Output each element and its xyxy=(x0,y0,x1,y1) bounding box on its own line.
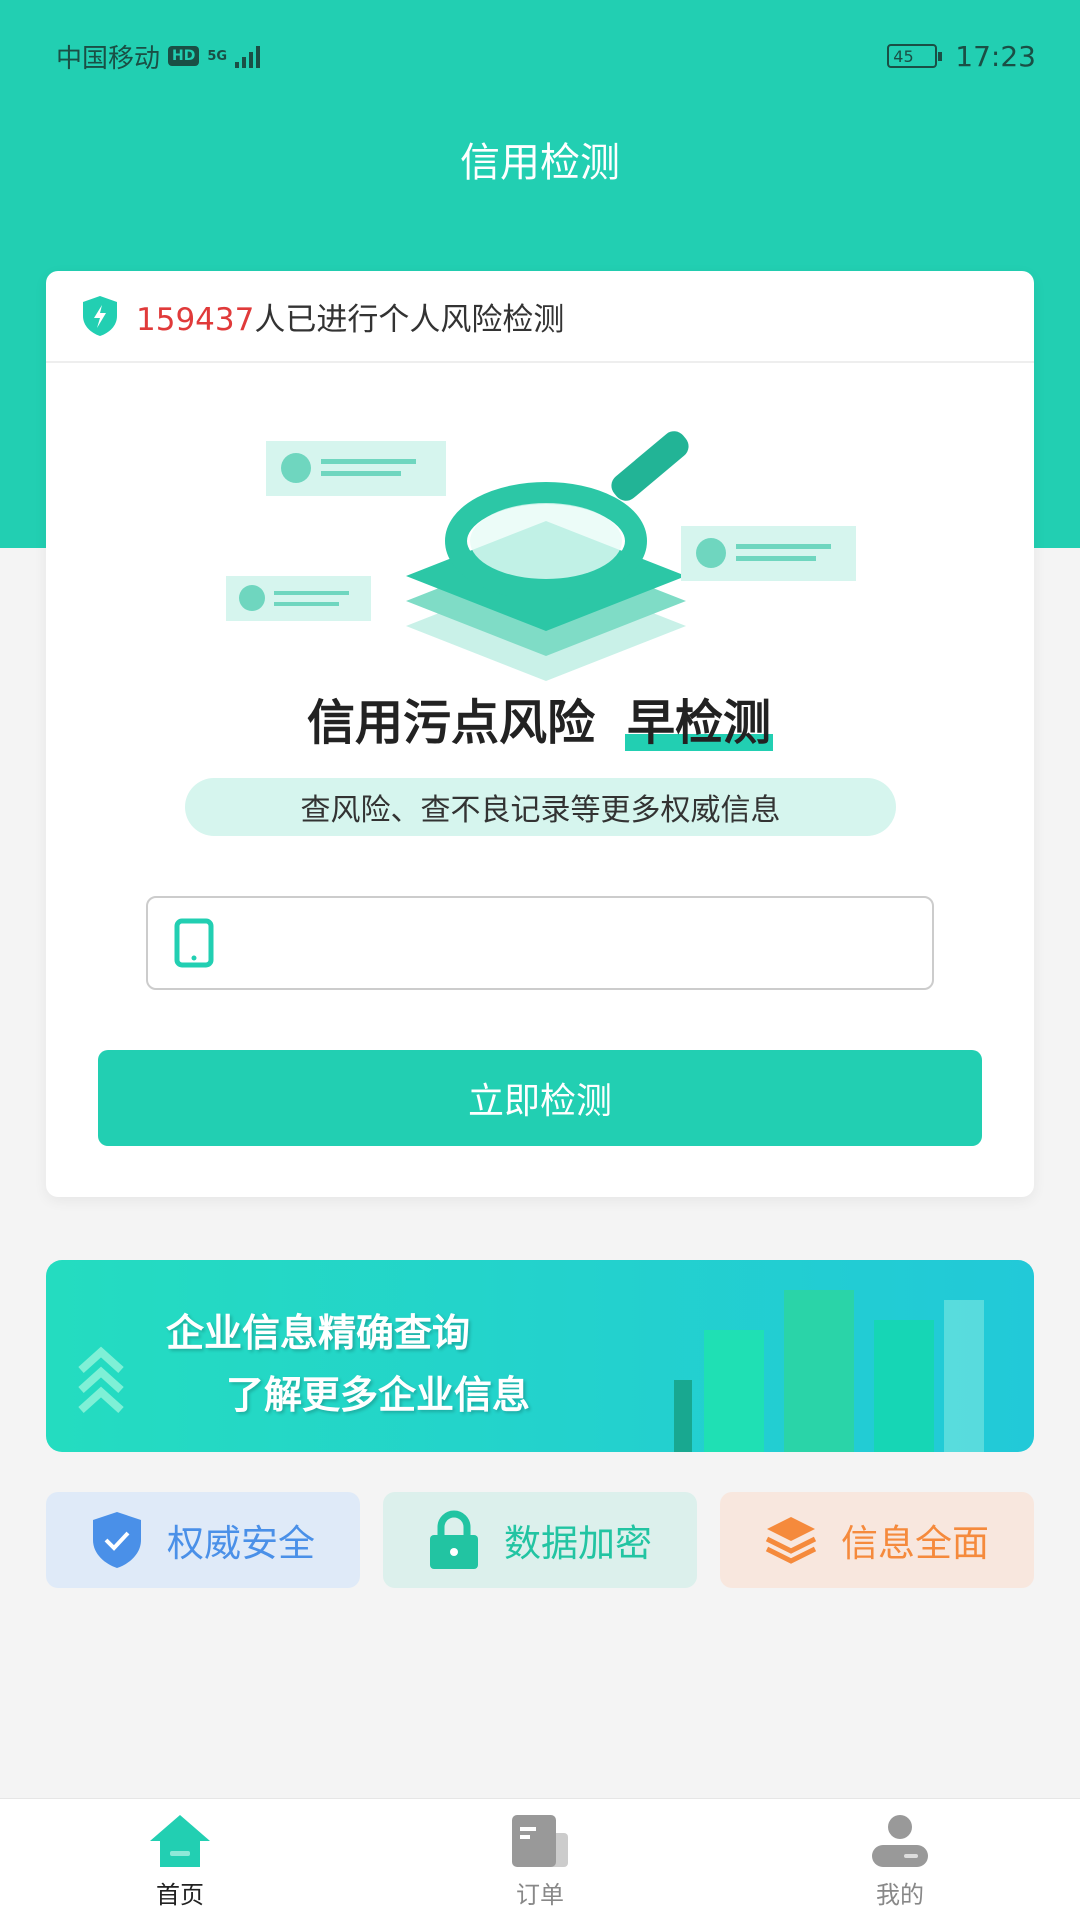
check-count: 159437 xyxy=(136,301,255,338)
nav-home[interactable]: 首页 xyxy=(0,1799,360,1920)
clock: 17:23 xyxy=(955,39,1036,73)
shield-bolt-icon xyxy=(83,296,117,336)
headline-main: 信用污点风险 xyxy=(306,695,595,751)
check-card: 159437人已进行个人风险检测 信用污点风险 早检测 查风险、查不良记录等更多权… xyxy=(46,271,1034,1197)
nav-orders[interactable]: 订单 xyxy=(360,1799,720,1920)
layers-icon xyxy=(765,1517,817,1564)
headline-highlight: 早检测 xyxy=(625,695,774,751)
bottom-nav: 首页 订单 我的 xyxy=(0,1798,1080,1920)
nav-mine[interactable]: 我的 xyxy=(720,1799,1080,1920)
phone-input[interactable] xyxy=(234,926,932,960)
feature-comprehensive[interactable]: 信息全面 xyxy=(720,1492,1034,1588)
home-icon xyxy=(150,1815,210,1867)
feature-label: 权威安全 xyxy=(167,1522,315,1565)
orders-icon xyxy=(512,1815,568,1867)
lock-icon xyxy=(430,1510,478,1569)
user-icon xyxy=(872,1815,928,1867)
check-count-row: 159437人已进行个人风险检测 xyxy=(46,271,1034,363)
feature-label: 数据加密 xyxy=(504,1522,652,1565)
check-count-suffix: 人已进行个人风险检测 xyxy=(254,301,565,338)
headline: 信用污点风险 早检测 xyxy=(46,683,1034,753)
city-illustration xyxy=(674,1290,984,1452)
feature-encryption[interactable]: 数据加密 xyxy=(383,1492,697,1588)
nav-label: 首页 xyxy=(156,1881,204,1909)
phone-field[interactable] xyxy=(146,896,934,990)
battery-icon: 45 xyxy=(887,44,943,68)
banner-line1: 企业信息精确查询 xyxy=(166,1311,471,1355)
hd-badge: HD xyxy=(168,46,200,66)
feature-authority[interactable]: 权威安全 xyxy=(46,1492,360,1588)
phone-icon xyxy=(174,918,214,968)
carrier: 中国移动 xyxy=(56,43,161,74)
enterprise-banner[interactable]: 企业信息精确查询 了解更多企业信息 xyxy=(46,1260,1034,1452)
shield-check-icon xyxy=(93,1512,141,1568)
magnifier-illustration xyxy=(226,431,856,681)
arrows-decoration xyxy=(78,1346,124,1413)
nav-label: 我的 xyxy=(876,1881,924,1909)
page-title: 信用检测 xyxy=(460,140,620,186)
network-label: 5G xyxy=(207,48,228,64)
status-bar: 中国移动 HD 5G 45 17:23 xyxy=(56,36,1036,76)
subtitle-pill: 查风险、查不良记录等更多权威信息 xyxy=(185,778,896,836)
banner-line2: 了解更多企业信息 xyxy=(226,1373,531,1417)
feature-label: 信息全面 xyxy=(841,1522,989,1565)
nav-label: 订单 xyxy=(516,1881,564,1909)
signal-icon xyxy=(235,44,261,68)
check-now-button[interactable]: 立即检测 xyxy=(98,1050,982,1146)
